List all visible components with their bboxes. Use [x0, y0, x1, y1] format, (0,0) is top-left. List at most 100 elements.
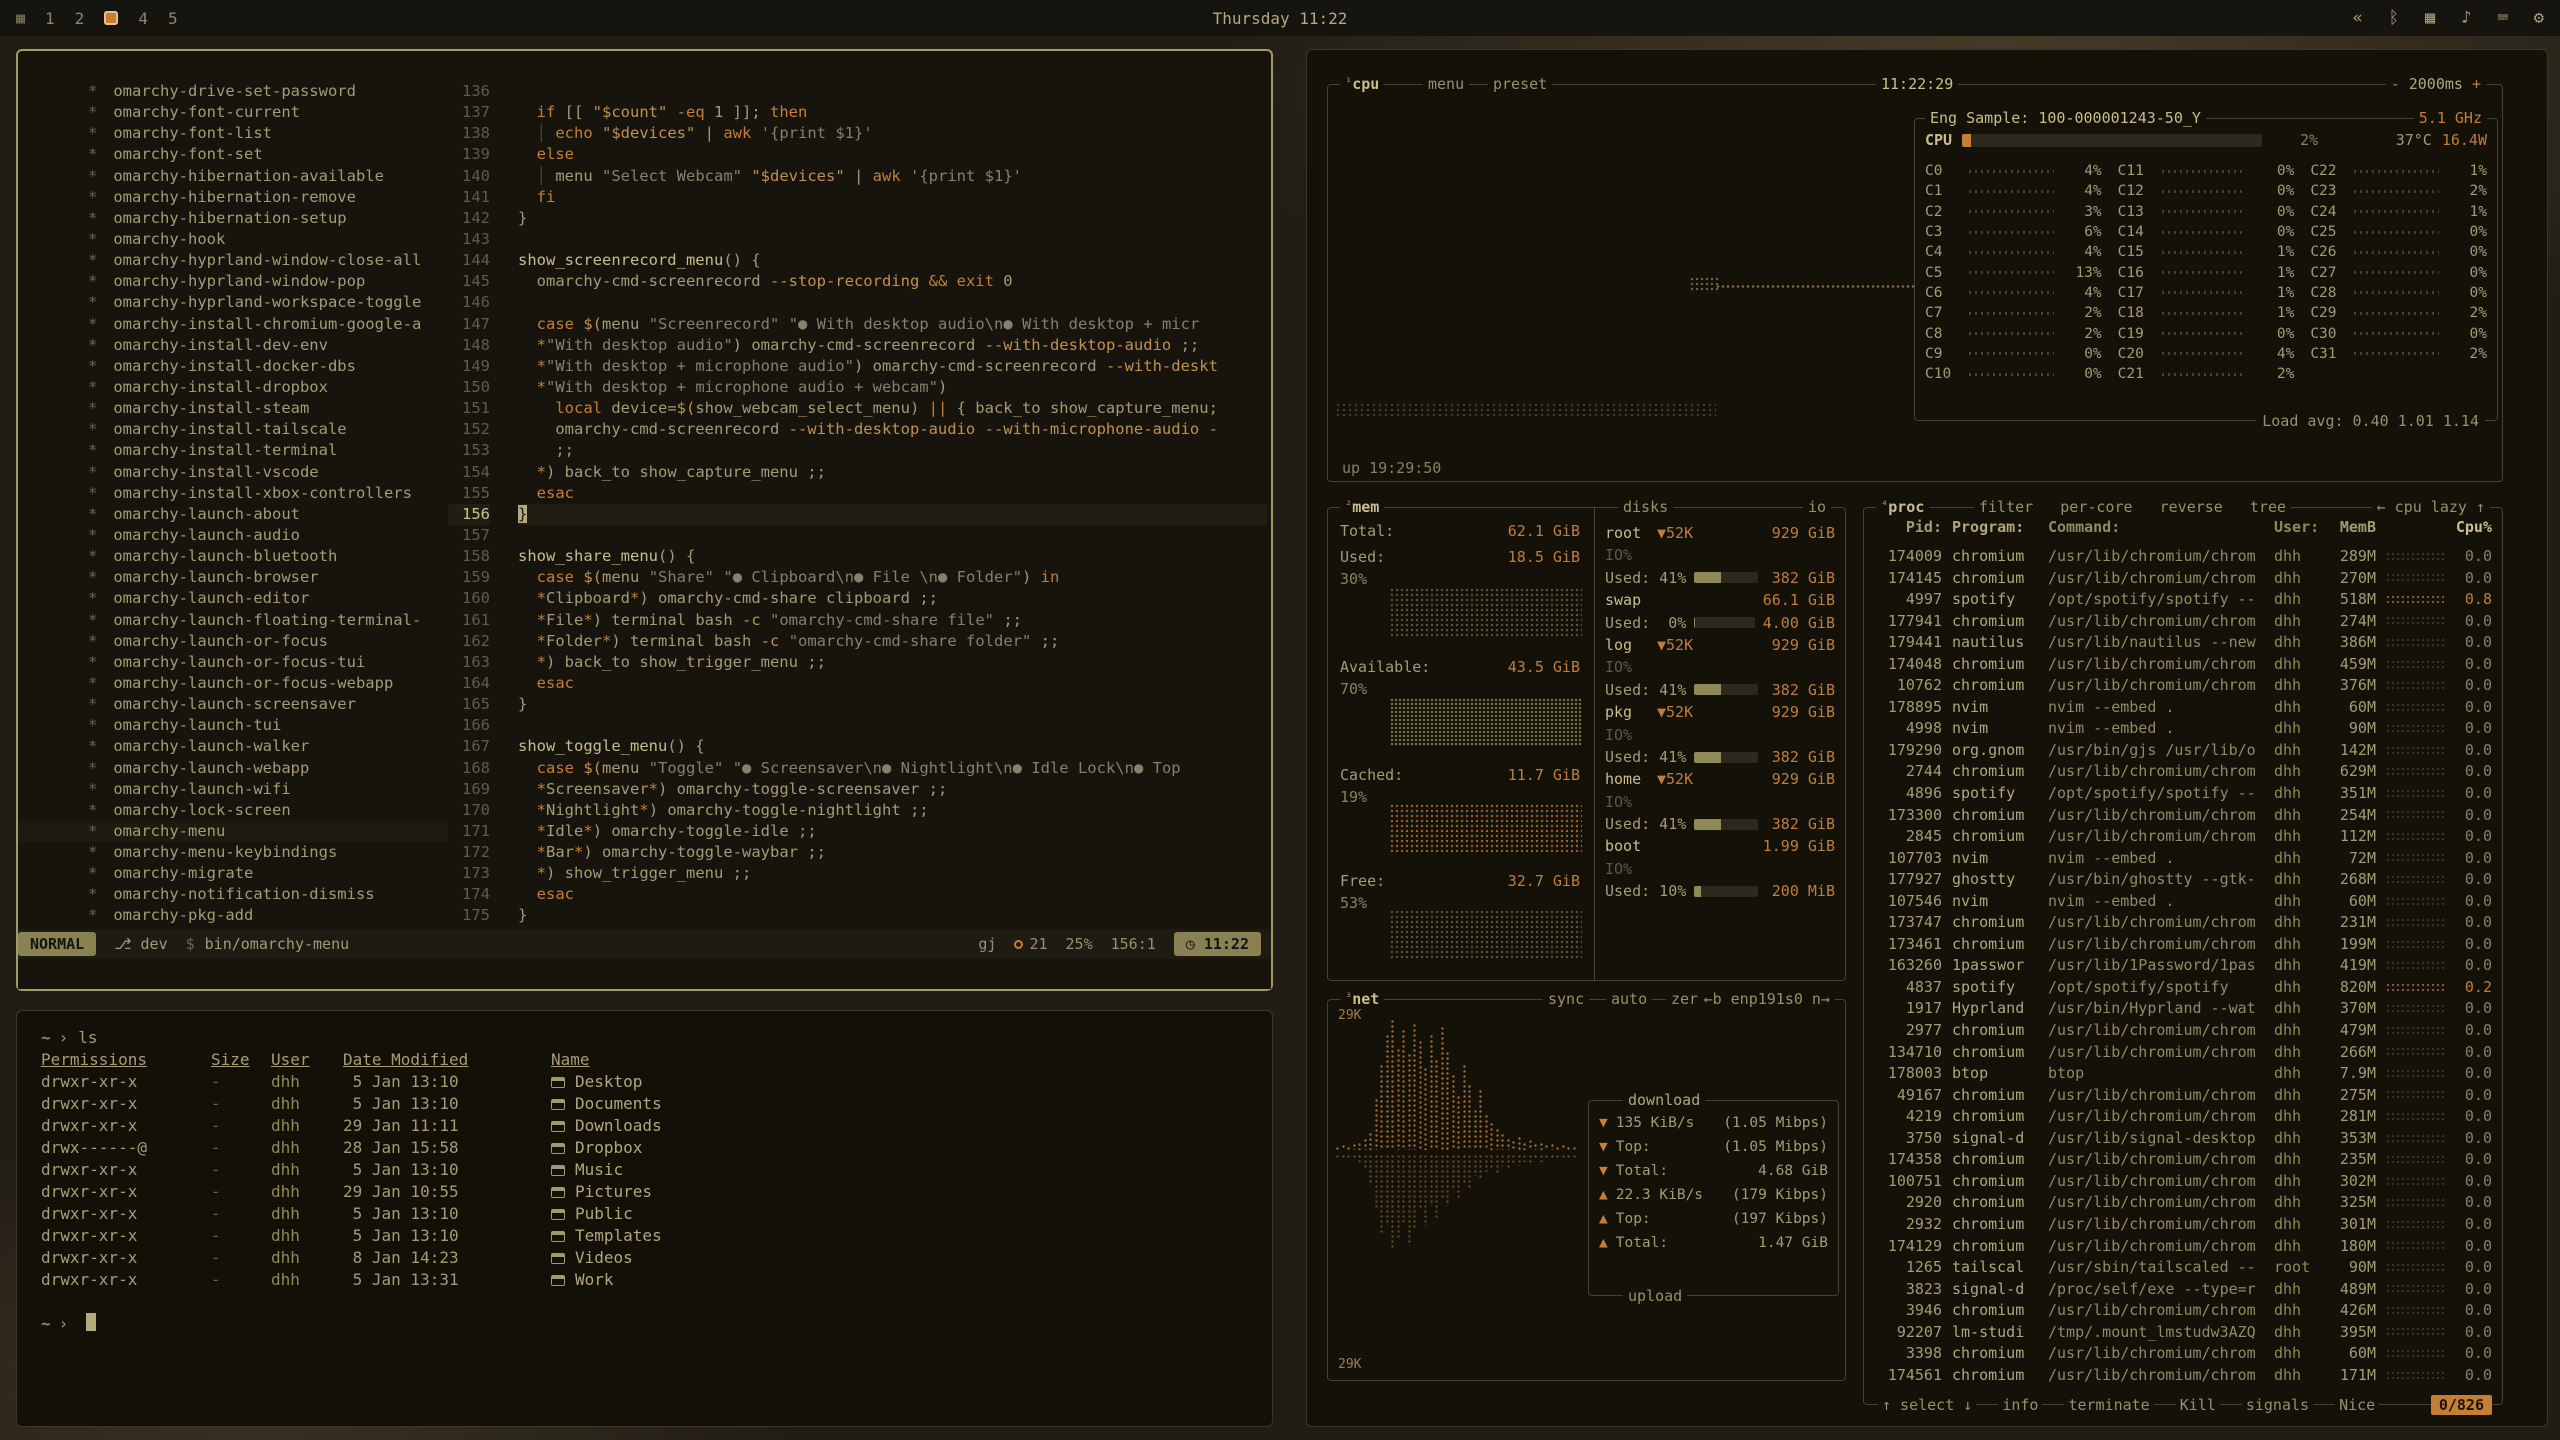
code-line[interactable]: else	[518, 144, 1267, 165]
code-line[interactable]: fi	[518, 187, 1267, 208]
file-list-item[interactable]: *omarchy-hook	[18, 229, 448, 250]
proc-sort-options[interactable]: ← cpu lazy ↑	[2372, 498, 2490, 516]
btop-window[interactable]: ¹cpu menu preset 11:22:29 - 2000ms + up …	[1306, 49, 2548, 1427]
process-row[interactable]: 10762chromium/usr/lib/chromium/chromdhh3…	[1874, 675, 2492, 697]
file-list-item[interactable]: *omarchy-launch-screensaver	[18, 694, 448, 715]
process-list[interactable]: 174009chromium/usr/lib/chromium/chromdhh…	[1874, 546, 2492, 1392]
prompt-line-2[interactable]: ~ ›	[41, 1313, 1248, 1335]
file-list-item[interactable]: *omarchy-pkg-add	[18, 905, 448, 926]
volume-icon[interactable]: ♪	[2461, 8, 2471, 28]
code-line[interactable]: case $(menu "Share" "● Clipboard\n● File…	[518, 567, 1267, 588]
file-list-item[interactable]: *omarchy-launch-wifi	[18, 779, 448, 800]
process-row[interactable]: 174129chromium/usr/lib/chromium/chromdhh…	[1874, 1236, 2492, 1258]
file-list-item[interactable]: *omarchy-menu-keybindings	[18, 842, 448, 863]
code-line[interactable]: *"With desktop audio") omarchy-cmd-scree…	[518, 335, 1267, 356]
code-line[interactable]: show_screenrecord_menu() {	[518, 250, 1267, 271]
code-line[interactable]: │ menu "Select Webcam" "$devices" | awk …	[518, 166, 1267, 187]
code-line[interactable]: *"With desktop + microphone audio") omar…	[518, 356, 1267, 377]
code-line[interactable]	[518, 715, 1267, 736]
code-line[interactable]: *Clipboard*) omarchy-cmd-share clipboard…	[518, 588, 1267, 609]
code-line[interactable]: local device=$(show_webcam_select_menu) …	[518, 398, 1267, 419]
process-row[interactable]: 1265tailscal/usr/sbin/tailscaled --root9…	[1874, 1257, 2492, 1279]
neovim-window[interactable]: *omarchy-drive-set-password *omarchy-font…	[16, 49, 1273, 991]
file-list-item[interactable]: *omarchy-install-steam	[18, 398, 448, 419]
apps-grid-icon[interactable]: ▦	[16, 9, 25, 27]
file-list-item[interactable]: *omarchy-launch-or-focus-webapp	[18, 673, 448, 694]
code-line[interactable]: *Idle*) omarchy-toggle-idle ;;	[518, 821, 1267, 842]
file-list-item[interactable]: *omarchy-launch-walker	[18, 736, 448, 757]
file-list-item[interactable]: *omarchy-launch-audio	[18, 525, 448, 546]
file-list-item[interactable]: *omarchy-launch-tui	[18, 715, 448, 736]
settings-icon[interactable]: ⚙	[2534, 8, 2544, 28]
file-list-item[interactable]: *omarchy-launch-floating-terminal-	[18, 610, 448, 631]
file-list-item[interactable]: *omarchy-install-terminal	[18, 440, 448, 461]
workspace-2[interactable]: 2	[75, 9, 85, 28]
file-list-item[interactable]: *omarchy-install-xbox-controllers	[18, 483, 448, 504]
file-list-item[interactable]: *omarchy-migrate	[18, 863, 448, 884]
file-list-item[interactable]: *omarchy-font-list	[18, 123, 448, 144]
process-row[interactable]: 49167chromium/usr/lib/chromium/chromdhh2…	[1874, 1085, 2492, 1107]
process-row[interactable]: 107546nvimnvim --embed .dhh60M0.0	[1874, 891, 2492, 913]
cpu-box-title[interactable]: ¹cpu	[1340, 75, 1384, 93]
code-line[interactable]: show_share_menu() {	[518, 546, 1267, 567]
process-row[interactable]: 174561chromium/usr/lib/chromium/chromdhh…	[1874, 1365, 2492, 1387]
process-row[interactable]: 2977chromium/usr/lib/chromium/chromdhh47…	[1874, 1020, 2492, 1042]
process-row[interactable]: 177927ghostty/usr/bin/ghostty --gtk-dhh2…	[1874, 869, 2492, 891]
process-row[interactable]: 3823signal-d/proc/self/exe --type=rdhh48…	[1874, 1279, 2492, 1301]
net-auto-toggle[interactable]: auto	[1606, 990, 1652, 1008]
file-list-item[interactable]: *omarchy-hyprland-workspace-toggle	[18, 292, 448, 313]
process-row[interactable]: 92207lm-studi/tmp/.mount_lmstudw3AZQdhh3…	[1874, 1322, 2492, 1344]
code-line[interactable]: case $(menu "Toggle" "● Screensaver\n● N…	[518, 758, 1267, 779]
update-interval[interactable]: - 2000ms +	[2386, 75, 2486, 93]
file-list-pane[interactable]: *omarchy-drive-set-password *omarchy-font…	[18, 81, 448, 927]
file-list-item[interactable]: *omarchy-install-vscode	[18, 462, 448, 483]
process-row[interactable]: 3398chromium/usr/lib/chromium/chromdhh60…	[1874, 1343, 2492, 1365]
file-list-item[interactable]: *omarchy-notification-dismiss	[18, 884, 448, 905]
command-line[interactable]	[18, 961, 1271, 989]
code-line[interactable]	[518, 292, 1267, 313]
process-row[interactable]: 2932chromium/usr/lib/chromium/chromdhh30…	[1874, 1214, 2492, 1236]
file-list-item[interactable]: *omarchy-hibernation-available	[18, 166, 448, 187]
code-line[interactable]: if [[ "$count" -eq 1 ]]; then	[518, 102, 1267, 123]
proc-footer-button[interactable]: Kill	[2176, 1396, 2220, 1414]
proc-footer-button[interactable]: Nice	[2335, 1396, 2379, 1414]
code-line[interactable]: omarchy-cmd-screenrecord --stop-recordin…	[518, 271, 1267, 292]
process-row[interactable]: 173747chromium/usr/lib/chromium/chromdhh…	[1874, 912, 2492, 934]
net-box-title[interactable]: ³net	[1340, 990, 1384, 1008]
code-line[interactable]: esac	[518, 483, 1267, 504]
process-row[interactable]: 179290org.gnom/usr/bin/gjs /usr/lib/odhh…	[1874, 740, 2492, 762]
grid-icon[interactable]: ▦	[2425, 8, 2435, 28]
file-list-item[interactable]: *omarchy-font-set	[18, 144, 448, 165]
code-line[interactable]: omarchy-cmd-screenrecord --with-desktop-…	[518, 419, 1267, 440]
code-line[interactable]	[518, 525, 1267, 546]
workspace-5[interactable]: 5	[168, 9, 178, 28]
file-list-item[interactable]: *omarchy-menu	[18, 821, 448, 842]
proc-box-title[interactable]: ⁴proc	[1876, 498, 1929, 516]
net-interface-switcher[interactable]: ←b enp191s0 n→	[1699, 990, 1835, 1008]
process-row[interactable]: 173300chromium/usr/lib/chromium/chromdhh…	[1874, 805, 2492, 827]
process-row[interactable]: 174145chromium/usr/lib/chromium/chromdhh…	[1874, 568, 2492, 590]
code-line[interactable]: }	[518, 905, 1267, 926]
process-row[interactable]: 2744chromium/usr/lib/chromium/chromdhh62…	[1874, 761, 2492, 783]
process-row[interactable]: 4896spotify/opt/spotify/spotify --dhh351…	[1874, 783, 2492, 805]
proc-footer-button[interactable]: info	[1998, 1396, 2042, 1414]
file-list-item[interactable]: *omarchy-install-docker-dbs	[18, 356, 448, 377]
file-list-item[interactable]: *omarchy-launch-bluetooth	[18, 546, 448, 567]
process-row[interactable]: 178895nvimnvim --embed .dhh60M0.0	[1874, 697, 2492, 719]
code-line[interactable]: *) show_trigger_menu ;;	[518, 863, 1267, 884]
bluetooth-icon[interactable]: ᛒ	[2389, 8, 2399, 28]
code-line[interactable]: ;;	[518, 440, 1267, 461]
proc-footer-button[interactable]: terminate	[2064, 1396, 2153, 1414]
code-line[interactable]	[518, 81, 1267, 102]
process-row[interactable]: 4219chromium/usr/lib/chromium/chromdhh28…	[1874, 1106, 2492, 1128]
workspace-indicator-active[interactable]	[104, 11, 118, 25]
process-row[interactable]: 3750signal-d/usr/lib/signal-desktopdhh35…	[1874, 1128, 2492, 1150]
code-line[interactable]: *Screensaver*) omarchy-toggle-screensave…	[518, 779, 1267, 800]
process-row[interactable]: 4837spotify/opt/spotify/spotifydhh820M0.…	[1874, 977, 2492, 999]
file-list-item[interactable]: *omarchy-drive-set-password	[18, 81, 448, 102]
proc-footer-button[interactable]: signals	[2242, 1396, 2313, 1414]
mem-box-title[interactable]: ²mem	[1340, 498, 1384, 516]
code-line[interactable]: }	[518, 208, 1267, 229]
file-list-item[interactable]: *omarchy-install-dropbox	[18, 377, 448, 398]
proc-footer-button[interactable]: ↑ select ↓	[1878, 1396, 1976, 1414]
